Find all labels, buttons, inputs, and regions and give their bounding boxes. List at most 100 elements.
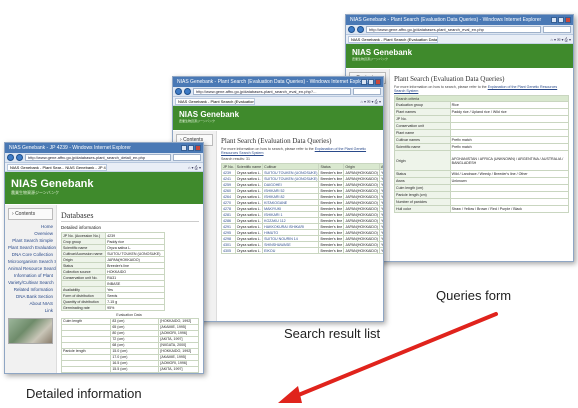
sidebar-link[interactable]: Overview [5, 230, 56, 237]
sidebar-link[interactable]: Variety/Cultivar Search [5, 279, 56, 286]
search-field-value[interactable]: Rice [449, 101, 570, 109]
maximize-icon[interactable] [188, 145, 194, 151]
table-row[interactable]: 4305 Oryza sativa L. EIKOU Breeder's line JA… [221, 247, 383, 254]
detail-eval-table: Evaluation Data Culm length 83 (cm) [HOKKA… [60, 312, 199, 373]
search-field-value[interactable]: Unknown [449, 177, 570, 185]
forward-icon[interactable] [184, 88, 191, 95]
page-title: Plant Search (Evaluation Data Queries) [221, 137, 332, 145]
close-icon[interactable] [195, 145, 201, 151]
search-field-label: Origin [394, 150, 451, 171]
page-body: › Contents Home Overview Plant Search Simp… [5, 205, 203, 373]
toolbar-icons[interactable]: ⌂ ▾ ⎙ ▾ [188, 165, 201, 170]
back-icon[interactable] [348, 26, 355, 33]
eval-value: 14.0 (cm) [110, 371, 160, 373]
search-field-label: Scientific name [394, 143, 451, 151]
search-field-row: Cultivar names Prefix match [394, 136, 570, 144]
toolbar-icons[interactable]: ⌂ ▾ ✉ ▾ ⎙ ▾ [360, 99, 381, 104]
close-icon[interactable] [565, 17, 571, 23]
field-photo [8, 318, 53, 344]
browser-tab[interactable]: NIAS Genebank - Plant Sear... NIAS Geneb… [7, 163, 107, 171]
search-field-label: JP No. [394, 115, 451, 123]
search-field-value[interactable] [449, 198, 570, 206]
search-field-row: Culm length (cm) [394, 184, 570, 192]
forward-icon[interactable] [357, 26, 364, 33]
search-field-value[interactable]: Straw / Yellow / Brown / Red / Purple / … [449, 205, 570, 213]
sidebar-link[interactable]: DNA Bank Section [5, 293, 56, 300]
search-field-row: Origin AFGHANISTAN / AFRICA (UNKNOWN) / A… [394, 150, 570, 171]
url-input[interactable]: http://www.gene.affrc.go.jp/databases-pl… [193, 88, 351, 95]
search-field-value[interactable] [449, 184, 570, 192]
sidebar-link[interactable]: Information of Plant [5, 272, 56, 279]
window-titlebar: NIAS Genebank - Plant Search (Evaluation… [173, 77, 383, 87]
search-field-value[interactable]: Prefix match [449, 143, 570, 151]
search-field-value[interactable] [449, 129, 570, 137]
site-logo-sub: 農業生物資源ジーンバンク [11, 190, 59, 195]
search-field-label: Plant names [394, 108, 451, 116]
search-field-value[interactable] [449, 122, 570, 130]
search-field-value[interactable] [449, 191, 570, 199]
minimize-icon[interactable] [361, 79, 367, 85]
sidebar-link[interactable]: About NIAS [5, 300, 56, 307]
table-cell[interactable]: EIKOU [262, 247, 320, 254]
detail-label: Germinating rate [60, 304, 107, 311]
sidebar-link[interactable]: Related Information [5, 286, 56, 293]
window-title: NIAS Genebank - Plant Search (Evaluation… [177, 79, 369, 85]
site-logo[interactable]: NIAS Genebank [11, 178, 197, 190]
sidebar-link[interactable]: Link [5, 307, 56, 314]
browser-tab[interactable]: NIAS Genebank - Plant Search (Evaluation… [175, 97, 255, 105]
eval-source: [NIIGATA, 2000] [158, 371, 199, 373]
site-logo-sub: 農業生物資源ジーンバンク [352, 57, 389, 61]
site-banner: NIAS Genebank 農業生物資源ジーンバンク [5, 172, 203, 204]
search-field-value[interactable] [449, 115, 570, 123]
section-title-text: Detailed information [61, 225, 102, 230]
sidebar-links: Home Overview Plant Search Simple Plant Sea… [5, 223, 56, 314]
window-controls [551, 17, 571, 23]
arrow-head [278, 386, 302, 403]
caption-results: Search result list [284, 326, 381, 341]
close-icon[interactable] [375, 79, 381, 85]
page-title: Plant Search (Evaluation Data Queries) [394, 75, 505, 83]
minimize-icon[interactable] [181, 145, 187, 151]
browser-search-input[interactable] [543, 26, 571, 33]
browser-search-input[interactable] [173, 154, 201, 161]
sidebar-link[interactable]: Home [5, 223, 56, 230]
sidebar-link[interactable]: DNA Core Collection [5, 251, 56, 258]
search-field-row: Evaluation group Rice [394, 101, 570, 109]
url-input[interactable]: http://www.gene.affrc.go.jp/databases-pl… [366, 26, 541, 33]
back-icon[interactable] [175, 88, 182, 95]
minimize-icon[interactable] [551, 17, 557, 23]
address-bar: http://www.gene.affrc.go.jp/databases-pl… [173, 87, 383, 97]
maximize-icon[interactable] [368, 79, 374, 85]
site-logo-sub: 農業生物資源ジーンバンク [179, 119, 216, 123]
sidebar-link[interactable]: Microorganism Search Simple [5, 258, 56, 265]
search-field-value[interactable]: Prefix match [449, 136, 570, 144]
forward-icon[interactable] [16, 154, 23, 161]
browser-tab[interactable]: NIAS Genebank - Plant Search (Evaluation… [348, 35, 438, 43]
address-bar: http://www.gene.affrc.go.jp/databases-pl… [346, 25, 573, 35]
table-cell: Yes [379, 247, 383, 254]
site-logo[interactable]: NIAS Genebank [352, 48, 567, 57]
detail-eval-body: Culm length 83 (cm) [HOKKAIDO, 1992] 65 (cm… [60, 317, 199, 373]
sidebar-link[interactable]: Plant Search Simple [5, 237, 56, 244]
table-cell[interactable]: 4305 [221, 247, 236, 254]
sidebar: › Contents Home Overview Plant Search Simp… [5, 205, 57, 373]
url-input[interactable]: http://www.gene.affrc.go.jp/databases-pl… [25, 154, 171, 161]
maximize-icon[interactable] [558, 17, 564, 23]
address-bar: http://www.gene.affrc.go.jp/databases-pl… [5, 153, 203, 163]
contents-menu[interactable]: › Contents [8, 208, 53, 220]
search-field-value[interactable]: Paddy rice / Upland rice / Wild rice [449, 108, 570, 116]
window-titlebar: NIAS Genebank - Plant Search (Evaluation… [346, 15, 573, 25]
toolbar-icons[interactable]: ⌂ ▾ ✉ ▾ ⎙ ▾ [550, 37, 571, 42]
search-field-row: JP No. [394, 115, 570, 123]
site-logo[interactable]: NIAS Genebank [179, 110, 377, 119]
result-table: JP No. Scientific name Cultivar Status Origi… [221, 163, 383, 254]
search-field-value[interactable]: Wild / Landrace / Weedy / Breeder's line… [449, 170, 570, 178]
browser-search-input[interactable] [353, 88, 381, 95]
sidebar-link[interactable]: Animal Resource Search [5, 265, 56, 272]
back-icon[interactable] [7, 154, 14, 161]
sidebar-link[interactable]: Plant Search Evaluation Data [5, 244, 56, 251]
search-field-row: Conservation unit [394, 122, 570, 130]
caption-queries: Queries form [436, 288, 512, 303]
search-field-value[interactable]: AFGHANISTAN / AFRICA (UNKNOWN) / ARGENTI… [449, 150, 570, 171]
search-field-row: Hull color Straw / Yellow / Brown / Red /… [394, 205, 570, 213]
